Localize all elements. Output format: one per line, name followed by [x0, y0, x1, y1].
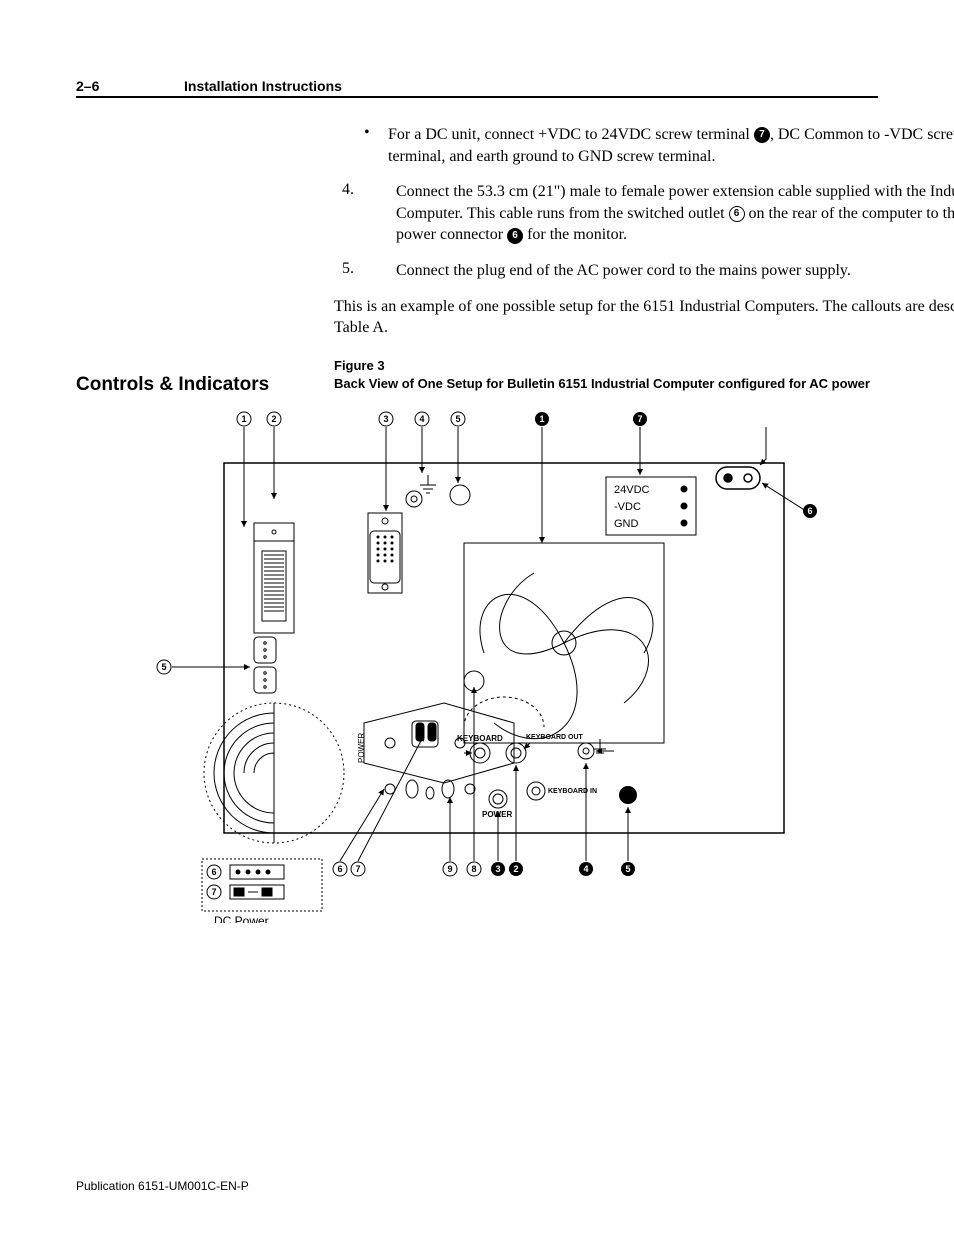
callout-6-solid-icon: 6 — [507, 228, 523, 244]
page-header: 2–6 Installation Instructions — [76, 78, 878, 98]
page: 2–6 Installation Instructions Controls &… — [0, 0, 954, 1235]
figure-label: Figure 3 — [334, 357, 954, 375]
publication-footer: Publication 6151-UM001C-EN-P — [76, 1179, 249, 1193]
svg-text:6: 6 — [337, 864, 342, 874]
svg-text:5: 5 — [161, 662, 166, 672]
svg-text:6: 6 — [211, 867, 216, 877]
keyboard-out-label: KEYBOARD OUT — [526, 734, 584, 741]
content-area: Controls & Indicators • For a DC unit, c… — [76, 124, 878, 928]
svg-text:4: 4 — [583, 864, 588, 874]
svg-text:8: 8 — [471, 864, 476, 874]
step-text: Connect the 53.3 cm (21") male to female… — [396, 181, 954, 246]
intro-paragraph: This is an example of one possible setup… — [334, 296, 954, 339]
svg-text:7: 7 — [211, 887, 216, 897]
bullet-text: For a DC unit, connect +VDC to 24VDC scr… — [388, 124, 954, 167]
svg-text:1: 1 — [241, 414, 246, 424]
dc-power-label: DC Power — [214, 914, 269, 923]
header-title: Installation Instructions — [184, 78, 342, 94]
svg-text:4: 4 — [419, 414, 424, 424]
svg-text:5: 5 — [625, 864, 630, 874]
svg-text:6: 6 — [807, 506, 812, 516]
bullet-dot-icon: • — [364, 124, 388, 167]
svg-text:3: 3 — [383, 414, 388, 424]
svg-text:3: 3 — [495, 864, 500, 874]
figure-title: Back View of One Setup for Bulletin 6151… — [334, 375, 954, 393]
svg-text:1: 1 — [539, 414, 544, 424]
step-4: 4. Connect the 53.3 cm (21") male to fem… — [334, 181, 954, 246]
terminal-24vdc: 24VDC — [614, 484, 650, 496]
svg-text:2: 2 — [513, 864, 518, 874]
right-column: • For a DC unit, connect +VDC to 24VDC s… — [334, 124, 954, 928]
text-fragment: for the monitor. — [523, 226, 627, 243]
section-heading: Controls & Indicators — [76, 374, 334, 396]
callout-6-open-icon: 6 — [729, 206, 745, 222]
figure-caption: Figure 3 Back View of One Setup for Bull… — [334, 357, 954, 393]
power-label: POWER — [482, 810, 512, 819]
terminal-gnd: GND — [614, 518, 639, 530]
svg-text:7: 7 — [355, 864, 360, 874]
back-view-svg: 24VDC -VDC GND — [154, 403, 834, 923]
keyboard-label: KEYBOARD — [457, 734, 503, 743]
text-fragment: For a DC unit, connect +VDC to 24VDC scr… — [388, 126, 754, 143]
keyboard-in-label: KEYBOARD IN — [548, 788, 597, 795]
terminal-vdc: -VDC — [614, 501, 641, 513]
callout-7-icon: 7 — [754, 127, 770, 143]
step-5: 5. Connect the plug end of the AC power … — [334, 260, 954, 282]
step-text: Connect the plug end of the AC power cor… — [396, 260, 851, 282]
page-number: 2–6 — [76, 78, 184, 94]
step-number: 4. — [334, 181, 396, 246]
power-vertical-label: POWER — [357, 733, 366, 763]
figure-diagram: 24VDC -VDC GND — [154, 403, 834, 928]
svg-text:2: 2 — [271, 414, 276, 424]
svg-text:9: 9 — [447, 864, 452, 874]
step-number: 5. — [334, 260, 396, 282]
bullet-item: • For a DC unit, connect +VDC to 24VDC s… — [364, 124, 954, 167]
svg-text:5: 5 — [455, 414, 460, 424]
svg-text:7: 7 — [637, 414, 642, 424]
